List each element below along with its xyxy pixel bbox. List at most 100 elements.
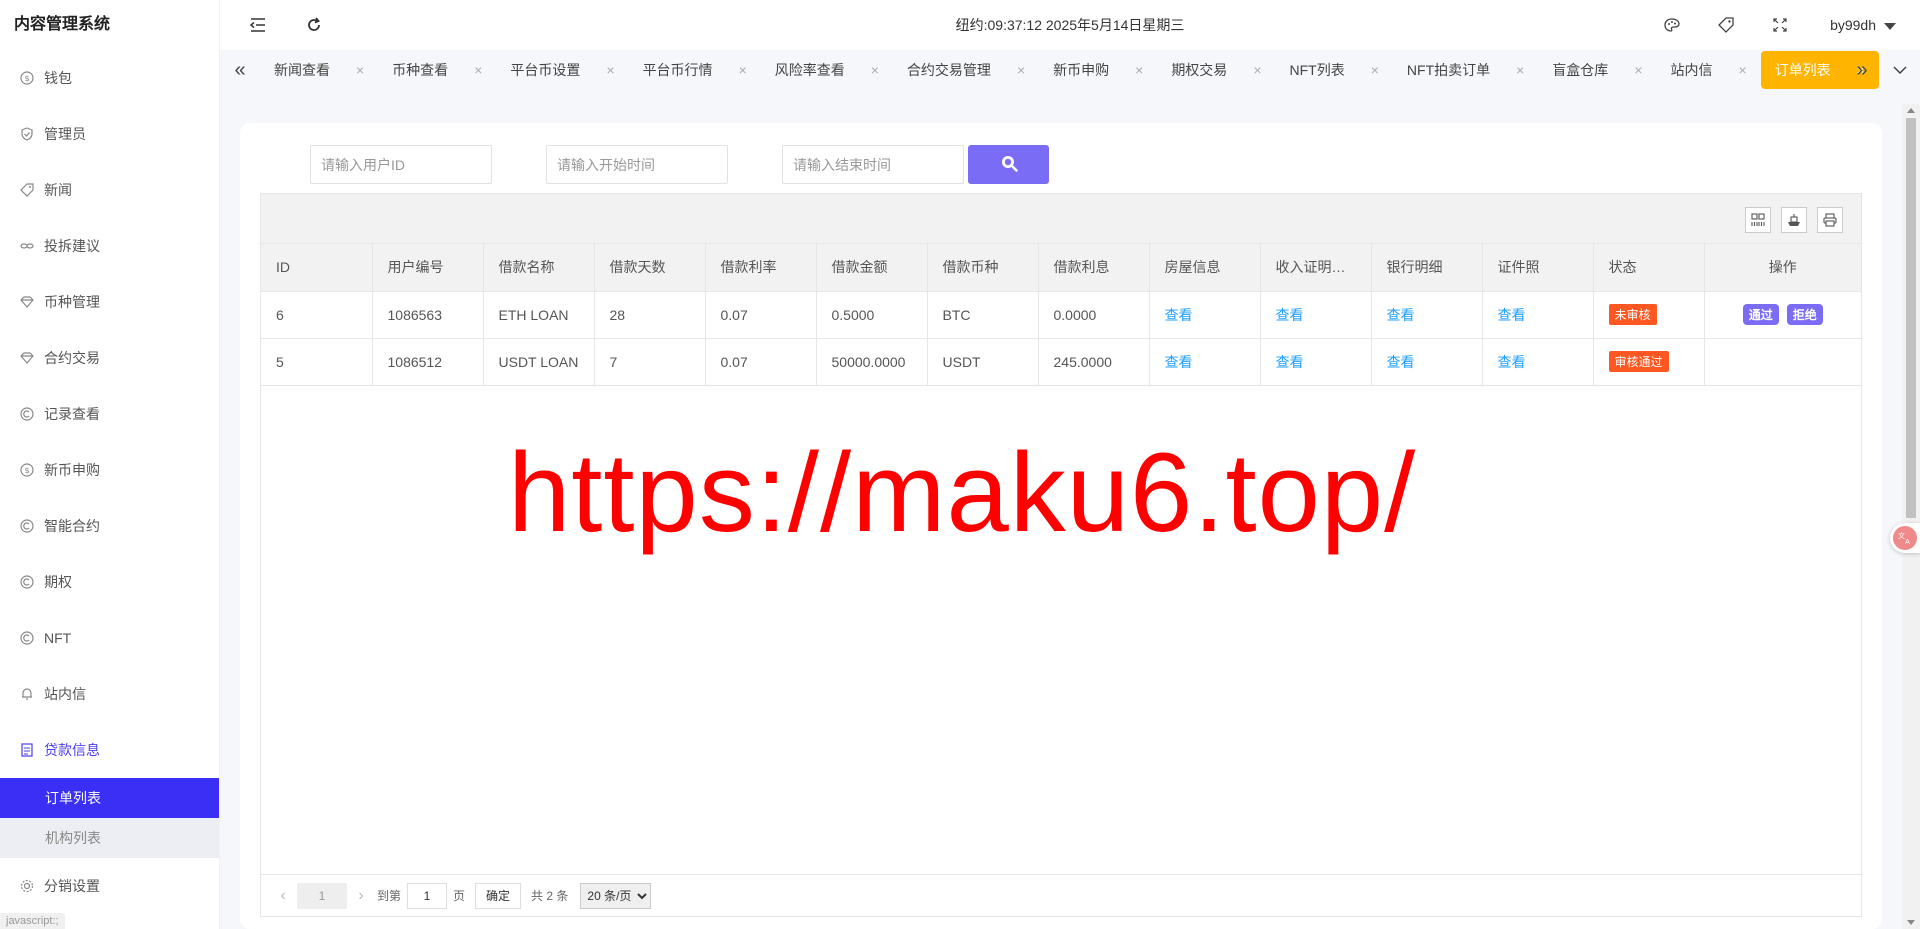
close-icon[interactable]: × xyxy=(871,62,879,78)
close-icon[interactable]: × xyxy=(1516,62,1524,78)
sidebar-item-messages[interactable]: 站内信 xyxy=(0,666,219,722)
col-header[interactable]: 借款利率 xyxy=(705,244,817,292)
col-header[interactable]: 状态 xyxy=(1593,244,1705,292)
tab-new-coin[interactable]: 新币申购 × xyxy=(1039,51,1157,89)
col-header[interactable]: 借款金额 xyxy=(816,244,928,292)
tabs-scroll-right-icon[interactable]: » xyxy=(1848,55,1876,85)
close-icon[interactable]: × xyxy=(1739,62,1747,78)
tab-news-view[interactable]: 新闻查看 × xyxy=(260,51,378,89)
sidebar-item-suggestions[interactable]: 投拆建议 xyxy=(0,218,219,274)
close-icon[interactable]: × xyxy=(1017,62,1025,78)
close-icon[interactable]: × xyxy=(356,62,364,78)
fullscreen-icon[interactable] xyxy=(1770,15,1790,35)
sidebar-subitem-institutions[interactable]: 机构列表 xyxy=(0,818,219,858)
view-bank-link[interactable]: 查看 xyxy=(1387,307,1415,323)
sidebar-item-distribution[interactable]: 分销设置 xyxy=(0,858,219,914)
close-icon[interactable]: × xyxy=(606,62,614,78)
tab-blind-box[interactable]: 盲盒仓库 × xyxy=(1538,51,1656,89)
reject-button[interactable]: 拒绝 xyxy=(1786,304,1823,325)
gear-icon xyxy=(20,879,34,893)
col-header[interactable]: 借款天数 xyxy=(594,244,706,292)
tag-icon[interactable] xyxy=(1716,15,1736,35)
col-header[interactable]: 借款名称 xyxy=(483,244,595,292)
sidebar-item-nft[interactable]: NFT xyxy=(0,610,219,666)
goto-page-input[interactable] xyxy=(407,882,448,909)
next-page-icon[interactable]: › xyxy=(351,887,371,905)
user-id-input[interactable] xyxy=(310,145,492,184)
sidebar-item-contract[interactable]: 合约交易 xyxy=(0,330,219,386)
tabs-dropdown-icon[interactable] xyxy=(1886,55,1914,85)
col-header[interactable]: 借款利息 xyxy=(1038,244,1150,292)
scroll-up-icon[interactable] xyxy=(1907,108,1915,113)
view-bank-link[interactable]: 查看 xyxy=(1387,354,1415,370)
approve-button[interactable]: 通过 xyxy=(1742,304,1779,325)
tab-platform-coin-settings[interactable]: 平台币设置 × xyxy=(496,51,628,89)
status-bar-hint: javascript:; xyxy=(0,913,65,929)
cell-status: 未审核 xyxy=(1593,291,1705,339)
col-header[interactable]: 房屋信息 xyxy=(1149,244,1261,292)
sidebar-item-wallet[interactable]: $ 钱包 xyxy=(0,50,219,106)
tab-label: 合约交易管理 xyxy=(906,62,991,78)
close-icon[interactable]: × xyxy=(1371,62,1379,78)
prev-page-icon[interactable]: ‹ xyxy=(273,887,293,905)
close-icon[interactable]: × xyxy=(1253,62,1261,78)
col-header[interactable]: 收入证明（... xyxy=(1260,244,1372,292)
tab-label: 新币申购 xyxy=(1053,62,1110,78)
view-income-link[interactable]: 查看 xyxy=(1276,307,1304,323)
goto-confirm-button[interactable]: 确定 xyxy=(475,882,522,909)
sidebar-item-loan-info[interactable]: 贷款信息 xyxy=(0,722,219,778)
export-icon[interactable] xyxy=(1781,207,1807,233)
col-header[interactable]: 操作 xyxy=(1704,244,1861,292)
view-id-photo-link[interactable]: 查看 xyxy=(1498,354,1526,370)
collapse-menu-icon[interactable] xyxy=(248,15,268,35)
sidebar-item-label: 新币申购 xyxy=(44,462,100,478)
sidebar-item-news[interactable]: 新闻 xyxy=(0,162,219,218)
page-size-select[interactable]: 20 条/页 xyxy=(580,882,652,909)
sidebar: 内容管理系统 $ 钱包 管理员 新闻 投拆建议 币种管理 合约交易 记录查看 $… xyxy=(0,0,220,929)
view-id-photo-link[interactable]: 查看 xyxy=(1498,307,1526,323)
start-time-input[interactable] xyxy=(546,145,728,184)
tab-options-trading[interactable]: 期权交易 × xyxy=(1157,51,1275,89)
tab-platform-coin-market[interactable]: 平台币行情 × xyxy=(629,51,761,89)
columns-filter-icon[interactable] xyxy=(1745,207,1771,233)
user-menu[interactable]: by99dh xyxy=(1830,0,1896,50)
print-icon[interactable] xyxy=(1817,207,1843,233)
scrollbar-thumb[interactable] xyxy=(1906,118,1916,518)
cell-amount: 0.5000 xyxy=(816,291,928,339)
page-scrollbar[interactable] xyxy=(1902,104,1920,929)
translate-button[interactable]: 文A xyxy=(1890,523,1920,553)
close-icon[interactable]: × xyxy=(474,62,482,78)
tab-nft-list[interactable]: NFT列表 × xyxy=(1276,51,1393,89)
sidebar-item-records[interactable]: 记录查看 xyxy=(0,386,219,442)
col-header[interactable]: ID xyxy=(261,244,373,292)
tab-messages[interactable]: 站内信 × xyxy=(1657,51,1761,89)
sidebar-item-admin[interactable]: 管理员 xyxy=(0,106,219,162)
tab-contract-trading[interactable]: 合约交易管理 × xyxy=(893,51,1039,89)
tab-nft-auction[interactable]: NFT拍卖订单 × xyxy=(1393,51,1538,89)
col-header[interactable]: 借款币种 xyxy=(927,244,1039,292)
view-house-link[interactable]: 查看 xyxy=(1165,354,1193,370)
col-header[interactable]: 证件照 xyxy=(1482,244,1594,292)
tab-label: 订单列表 xyxy=(1774,62,1831,78)
close-icon[interactable]: × xyxy=(1634,62,1642,78)
sidebar-item-smart-contract[interactable]: 智能合约 xyxy=(0,498,219,554)
view-income-link[interactable]: 查看 xyxy=(1276,354,1304,370)
sidebar-subitem-orders[interactable]: 订单列表 xyxy=(0,778,219,818)
scroll-down-icon[interactable] xyxy=(1907,920,1915,925)
sidebar-item-new-coin[interactable]: $ 新币申购 xyxy=(0,442,219,498)
page-tabs: 新闻查看 × 币种查看 × 平台币设置 × 平台币行情 × 风险率查看 × 合约交易管理 ×… xyxy=(260,50,1879,90)
refresh-icon[interactable] xyxy=(304,15,324,35)
col-header[interactable]: 银行明细 xyxy=(1371,244,1483,292)
end-time-input[interactable] xyxy=(782,145,964,184)
tab-risk-rate[interactable]: 风险率查看 × xyxy=(761,51,893,89)
close-icon[interactable]: × xyxy=(739,62,747,78)
col-header[interactable]: 用户编号 xyxy=(372,244,484,292)
view-house-link[interactable]: 查看 xyxy=(1165,307,1193,323)
search-button[interactable] xyxy=(968,145,1049,184)
tab-currency-view[interactable]: 币种查看 × xyxy=(378,51,496,89)
sidebar-item-options[interactable]: 期权 xyxy=(0,554,219,610)
palette-icon[interactable] xyxy=(1662,15,1682,35)
tabs-scroll-left-icon[interactable]: « xyxy=(226,55,254,85)
sidebar-item-currency[interactable]: 币种管理 xyxy=(0,274,219,330)
close-icon[interactable]: × xyxy=(1135,62,1143,78)
